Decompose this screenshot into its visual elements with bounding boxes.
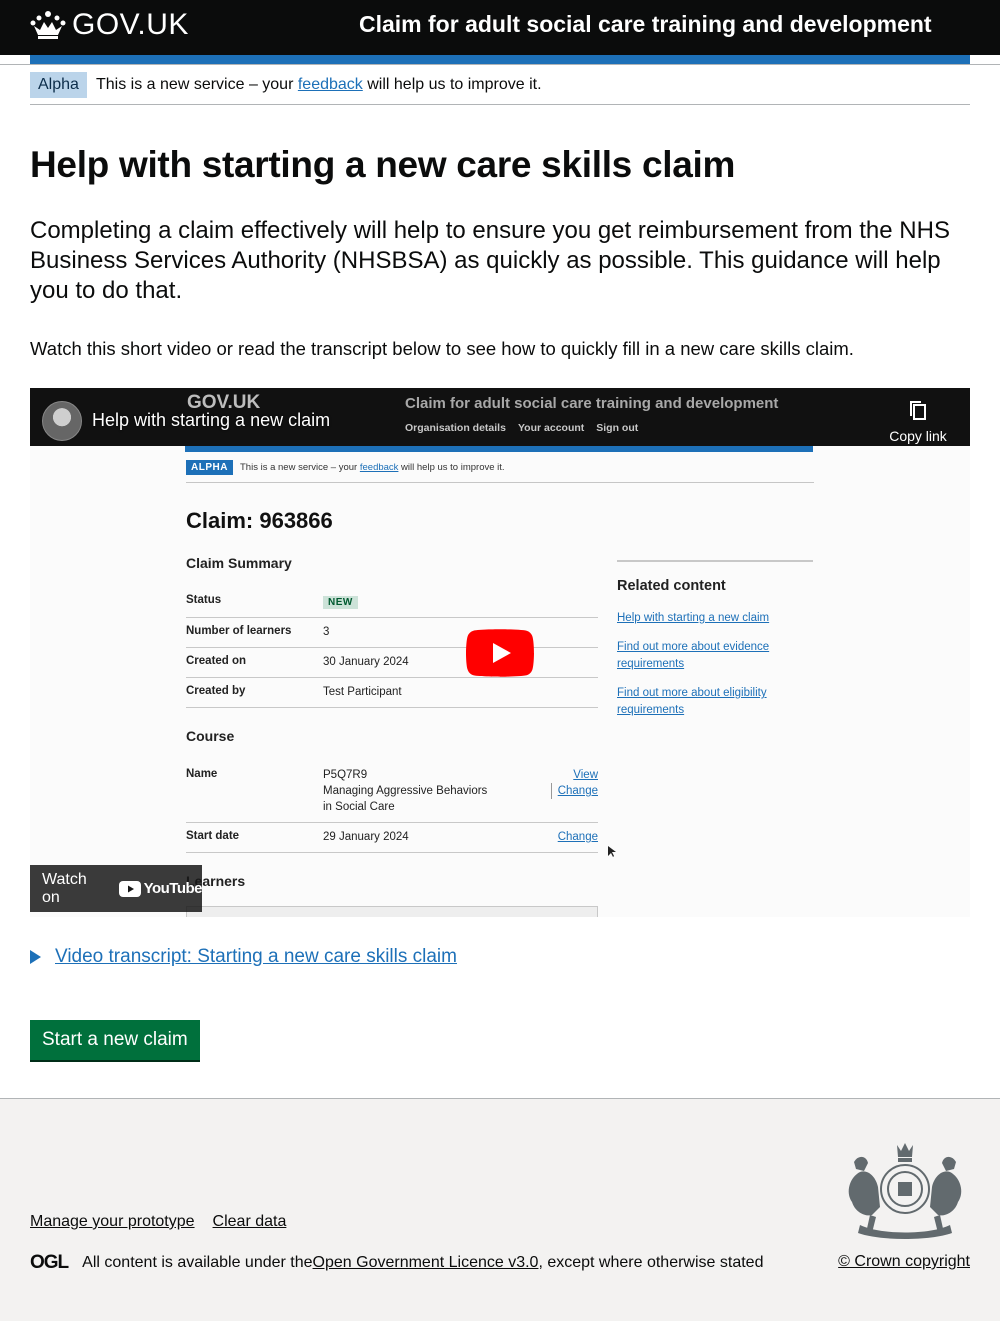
video-course-row: Name P5Q7R9 Managing Aggressive Behavior… bbox=[186, 763, 598, 823]
copy-link-button[interactable]: Copy link bbox=[888, 400, 948, 444]
licence-text-after: , except where otherwise stated bbox=[538, 1254, 764, 1271]
video-frame-header: GOV.UK Claim for adult social care train… bbox=[30, 388, 970, 446]
related-link: Help with starting a new claim bbox=[617, 612, 770, 624]
video-alpha-before: This is a new service – your bbox=[240, 462, 360, 473]
video-transcript-details[interactable]: Video transcript: Starting a new care sk… bbox=[30, 946, 457, 968]
status-badge: NEW bbox=[323, 596, 358, 609]
page-title: Help with starting a new care skills cla… bbox=[30, 144, 736, 185]
start-date-value: 29 January 2024 bbox=[323, 831, 409, 843]
video-frame-blue-bar bbox=[185, 446, 813, 452]
video-course-heading: Course bbox=[186, 728, 235, 744]
video-frame-alpha-tag: ALPHA bbox=[186, 460, 233, 475]
youtube-icon bbox=[118, 880, 141, 897]
video-transcript-summary[interactable]: Video transcript: Starting a new care sk… bbox=[55, 946, 457, 968]
watch-on-youtube-button[interactable]: Watch on YouTube bbox=[30, 865, 203, 912]
video-nav-item: Sign out bbox=[596, 422, 639, 434]
related-heading: Related content bbox=[617, 578, 726, 594]
watch-on-label: Watch on bbox=[42, 870, 87, 906]
video-frame-phase-banner: ALPHA This is a new service – your feedb… bbox=[186, 459, 814, 483]
phase-text-after: will help us to improve it. bbox=[362, 76, 542, 93]
change-link: Change bbox=[557, 831, 598, 843]
video-course-row: Start date 29 January 2024 Change bbox=[186, 823, 598, 853]
ogl-link[interactable]: Open Government Licence v3.0 bbox=[313, 1254, 539, 1272]
copy-link-label: Copy link bbox=[889, 428, 947, 444]
phase-banner: Alpha This is a new service – your feedb… bbox=[30, 72, 970, 105]
clear-data-link[interactable]: Clear data bbox=[213, 1213, 287, 1231]
header-blue-bar bbox=[30, 55, 970, 64]
header-divider bbox=[0, 64, 1000, 65]
phase-banner-text: This is a new service – your feedback wi… bbox=[96, 76, 542, 94]
course-title-line: in Social Care bbox=[323, 801, 395, 813]
video-summary-row: Status NEW bbox=[186, 591, 598, 618]
channel-avatar[interactable] bbox=[42, 401, 82, 441]
play-button-icon[interactable] bbox=[466, 629, 534, 677]
video-claim-heading: Claim: 963866 bbox=[186, 508, 333, 533]
video-alpha-link: feedback bbox=[359, 462, 399, 473]
crown-copyright-link[interactable]: © Crown copyright bbox=[838, 1253, 970, 1271]
lead-paragraph: Completing a claim effectively will help… bbox=[30, 217, 950, 304]
site-footer: Manage your prototype Clear data OGL All… bbox=[0, 1098, 1000, 1321]
intro-paragraph: Watch this short video or read the trans… bbox=[30, 338, 854, 359]
course-key: Name bbox=[186, 768, 218, 780]
govuk-logo-text: GOV.UK bbox=[72, 8, 189, 41]
view-link: View bbox=[573, 769, 598, 781]
video-nav-item: Organisation details bbox=[405, 422, 506, 434]
summary-key: Status bbox=[186, 594, 222, 606]
licence-text-before: All content is available under the bbox=[82, 1254, 313, 1271]
feedback-link[interactable]: feedback bbox=[298, 76, 363, 93]
video-alpha-after: will help us to improve it. bbox=[398, 462, 505, 473]
royal-coat-of-arms-icon bbox=[848, 1143, 962, 1239]
video-embed[interactable]: GOV.UK Claim for adult social care train… bbox=[30, 388, 970, 917]
video-frame-nav: Organisation details Your account Sign o… bbox=[405, 422, 638, 434]
summary-value: 3 bbox=[323, 626, 330, 638]
course-actions: View Change bbox=[550, 767, 598, 799]
service-name-link[interactable]: Claim for adult social care training and… bbox=[359, 11, 932, 38]
video-frame-alpha-text: This is a new service – your feedback wi… bbox=[240, 462, 505, 473]
video-summary-row: Created by Test Participant bbox=[186, 678, 598, 708]
course-code: P5Q7R9 bbox=[323, 769, 368, 781]
video-learners-table bbox=[186, 906, 598, 917]
course-title-line: Managing Aggressive Behaviors bbox=[323, 785, 488, 797]
summary-value: Test Participant bbox=[323, 686, 402, 698]
related-link: Find out more about eligibility requirem… bbox=[617, 687, 767, 716]
video-summary-heading: Claim Summary bbox=[186, 555, 292, 571]
copy-icon bbox=[910, 401, 926, 420]
licence-statement: OGL All content is available under the O… bbox=[30, 1252, 763, 1274]
triangle-right-icon bbox=[30, 950, 41, 964]
summary-key: Created by bbox=[186, 685, 246, 697]
summary-value: 30 January 2024 bbox=[323, 656, 409, 668]
youtube-logo: YouTube bbox=[118, 880, 203, 897]
crown-icon bbox=[30, 11, 66, 39]
govuk-logo-link[interactable]: GOV.UK bbox=[30, 8, 189, 42]
ogl-logo: OGL bbox=[30, 1252, 69, 1273]
summary-key: Created on bbox=[186, 655, 247, 667]
site-header: GOV.UK Claim for adult social care train… bbox=[0, 0, 1000, 55]
video-nav-item: Your account bbox=[517, 422, 585, 434]
footer-links: Manage your prototype Clear data bbox=[30, 1213, 286, 1231]
phase-tag: Alpha bbox=[30, 72, 87, 98]
video-title[interactable]: Help with starting a new claim bbox=[92, 410, 330, 431]
course-key: Start date bbox=[186, 830, 240, 842]
related-link: Find out more about evidence requirement… bbox=[617, 641, 770, 670]
summary-key: Number of learners bbox=[186, 625, 292, 637]
start-new-claim-button[interactable]: Start a new claim bbox=[30, 1020, 200, 1060]
phase-text-before: This is a new service – your bbox=[96, 76, 298, 93]
change-link: Change bbox=[550, 783, 598, 799]
video-frame-service: Claim for adult social care training and… bbox=[405, 395, 779, 412]
video-summary-row: Number of learners 3 bbox=[186, 618, 598, 648]
mouse-cursor-icon bbox=[608, 846, 616, 857]
course-name-value: P5Q7R9 Managing Aggressive Behaviors in … bbox=[323, 767, 487, 815]
youtube-wordmark: YouTube bbox=[143, 880, 203, 897]
related-divider bbox=[617, 560, 813, 562]
manage-prototype-link[interactable]: Manage your prototype bbox=[30, 1213, 195, 1231]
video-summary-row: Created on 30 January 2024 bbox=[186, 648, 598, 678]
